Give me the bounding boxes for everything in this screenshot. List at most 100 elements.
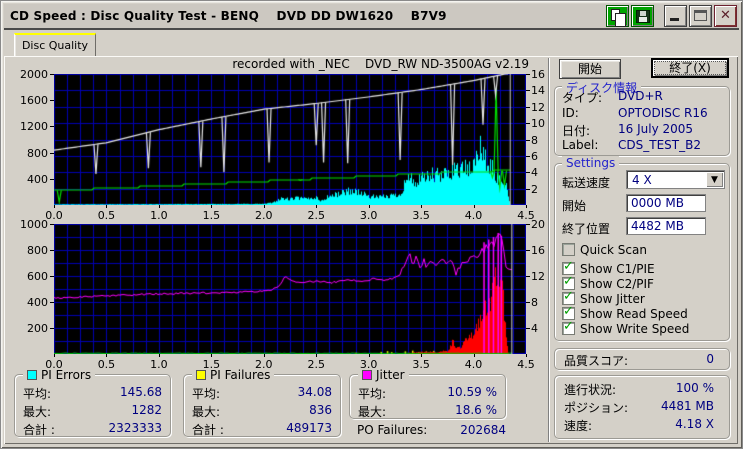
show-write-speed-label: Show Write Speed bbox=[580, 322, 690, 336]
axis-tick bbox=[526, 276, 530, 277]
top-right-tick-label: 14 bbox=[531, 84, 545, 98]
jitter-panel: Jitter 平均: 10.59 % 最大: 18.6 % bbox=[349, 368, 506, 419]
disc-id-label: ID: bbox=[562, 106, 579, 120]
axis-tick bbox=[526, 224, 530, 225]
pi-failures-max-value: 836 bbox=[309, 403, 332, 417]
bottom-x-tick-label: 4.0 bbox=[464, 358, 483, 371]
pi-failures-title-text: PI Failures bbox=[210, 368, 271, 382]
check-icon: ✓ bbox=[563, 259, 574, 274]
quick-scan-checkbox[interactable] bbox=[562, 243, 575, 256]
bottom-left-tick-label: 400 bbox=[27, 296, 48, 309]
pi-failures-avg-value: 34.08 bbox=[297, 385, 332, 399]
pi-failures-swatch bbox=[196, 370, 206, 380]
bottom-left-tick-label: 200 bbox=[27, 322, 48, 335]
axis-tick bbox=[50, 74, 54, 75]
minimize-button[interactable] bbox=[664, 5, 687, 27]
speed-current-value: 4.18 X bbox=[675, 417, 714, 431]
axis-tick bbox=[421, 205, 422, 208]
axis-tick bbox=[526, 172, 530, 173]
axis-tick bbox=[264, 354, 265, 357]
axis-tick bbox=[50, 100, 54, 101]
pi-failures-panel-title: PI Failures bbox=[192, 368, 275, 382]
axis-tick bbox=[159, 354, 160, 357]
top-right-tick-label: 16 bbox=[531, 68, 545, 81]
maximize-icon bbox=[694, 10, 707, 21]
axis-tick bbox=[316, 354, 317, 357]
axis-tick bbox=[474, 354, 475, 357]
top-left-tick-label: 2000 bbox=[20, 68, 48, 81]
top-x-tick-label: 1.0 bbox=[150, 209, 168, 222]
bottom-x-tick-label: 3.5 bbox=[412, 358, 430, 371]
tab-label: Disc Quality bbox=[21, 39, 89, 52]
position-label: ポジション: bbox=[564, 401, 629, 415]
tab-disc-quality[interactable]: Disc Quality bbox=[14, 33, 96, 56]
pi-errors-panel-title: PI Errors bbox=[23, 368, 96, 382]
top-x-tick-label: 1.5 bbox=[202, 209, 221, 222]
panel-divider bbox=[548, 58, 550, 442]
axis-tick bbox=[369, 354, 370, 357]
top-left-tick-label: 800 bbox=[27, 146, 48, 160]
axis-tick bbox=[106, 205, 107, 208]
close-button[interactable]: ✕ bbox=[714, 5, 737, 27]
speed-select[interactable]: 4 X ▼ bbox=[626, 170, 725, 189]
axis-tick bbox=[526, 140, 530, 141]
top-right-tick-label: 4 bbox=[531, 166, 538, 180]
axis-tick bbox=[526, 354, 527, 357]
position-value: 4481 MB bbox=[661, 399, 714, 413]
start-button[interactable]: 開始 bbox=[559, 59, 621, 79]
pi-errors-total-label: 合計 : bbox=[23, 423, 55, 437]
axis-tick bbox=[526, 90, 530, 91]
top-left-tick-label: 1200 bbox=[20, 120, 48, 134]
maximize-button[interactable] bbox=[689, 5, 712, 27]
check-icon: ✓ bbox=[563, 289, 574, 304]
axis-tick bbox=[50, 302, 54, 303]
axis-tick bbox=[421, 354, 422, 357]
copy-button[interactable] bbox=[606, 5, 629, 27]
save-button[interactable] bbox=[631, 5, 654, 27]
disc-quality-chart-bottom bbox=[54, 224, 526, 354]
axis-tick bbox=[50, 276, 54, 277]
bottom-right-tick-label: 12 bbox=[531, 270, 545, 283]
disc-date-value: 16 July 2005 bbox=[618, 122, 694, 136]
start-pos-label: 開始 bbox=[562, 199, 587, 213]
disc-id-value: OPTODISC R16 bbox=[618, 106, 708, 120]
top-x-tick-label: 4.0 bbox=[464, 209, 483, 222]
pi-errors-max-label: 最大: bbox=[23, 405, 52, 419]
disc-label-value: CDS_TEST_B2 bbox=[618, 138, 701, 152]
quick-scan-label: Quick Scan bbox=[580, 243, 647, 257]
minimize-icon bbox=[670, 18, 679, 21]
disc-type-label: タイプ: bbox=[562, 91, 603, 105]
chevron-down-icon[interactable]: ▼ bbox=[706, 172, 723, 187]
top-left-tick-label: 400 bbox=[27, 172, 48, 186]
po-failures-value: 202684 bbox=[460, 423, 506, 437]
close-icon: ✕ bbox=[720, 8, 731, 23]
exit-button[interactable]: 終了(X) bbox=[651, 58, 729, 78]
axis-tick bbox=[211, 354, 212, 357]
start-position-field[interactable]: 0000 MB bbox=[626, 194, 706, 212]
jitter-title-text: Jitter bbox=[376, 368, 405, 382]
jitter-swatch bbox=[362, 370, 372, 380]
recorded-with-label: recorded with _NEC DVD_RW ND-3500AG v2.1… bbox=[232, 57, 529, 71]
end-position-field[interactable]: 4482 MB bbox=[626, 217, 706, 235]
axis-tick bbox=[526, 205, 527, 208]
show-write-speed-checkbox[interactable]: ✓ bbox=[562, 320, 575, 335]
bottom-left-tick-label: 600 bbox=[27, 270, 48, 283]
axis-tick bbox=[526, 328, 530, 329]
settings-title: Settings bbox=[562, 156, 620, 170]
pi-failures-total-value: 489173 bbox=[286, 421, 332, 435]
show-c2-pif-label: Show C2/PIF bbox=[580, 277, 654, 291]
jitter-panel-title: Jitter bbox=[358, 368, 409, 382]
tab-strip: Disc Quality bbox=[4, 32, 739, 56]
axis-tick bbox=[50, 328, 54, 329]
axis-tick bbox=[526, 156, 530, 157]
pi-errors-avg-value: 145.68 bbox=[120, 385, 162, 399]
disc-type-value: DVD+R bbox=[618, 89, 663, 103]
axis-tick bbox=[50, 250, 54, 251]
jitter-avg-value: 10.59 % bbox=[447, 385, 497, 399]
disc-label-label: Label: bbox=[562, 138, 599, 152]
pi-errors-swatch bbox=[27, 370, 37, 380]
axis-tick bbox=[106, 354, 107, 357]
end-pos-label: 終了位置 bbox=[562, 222, 611, 236]
pi-failures-max-label: 最大: bbox=[192, 405, 221, 419]
top-right-tick-label: 6 bbox=[531, 149, 538, 163]
